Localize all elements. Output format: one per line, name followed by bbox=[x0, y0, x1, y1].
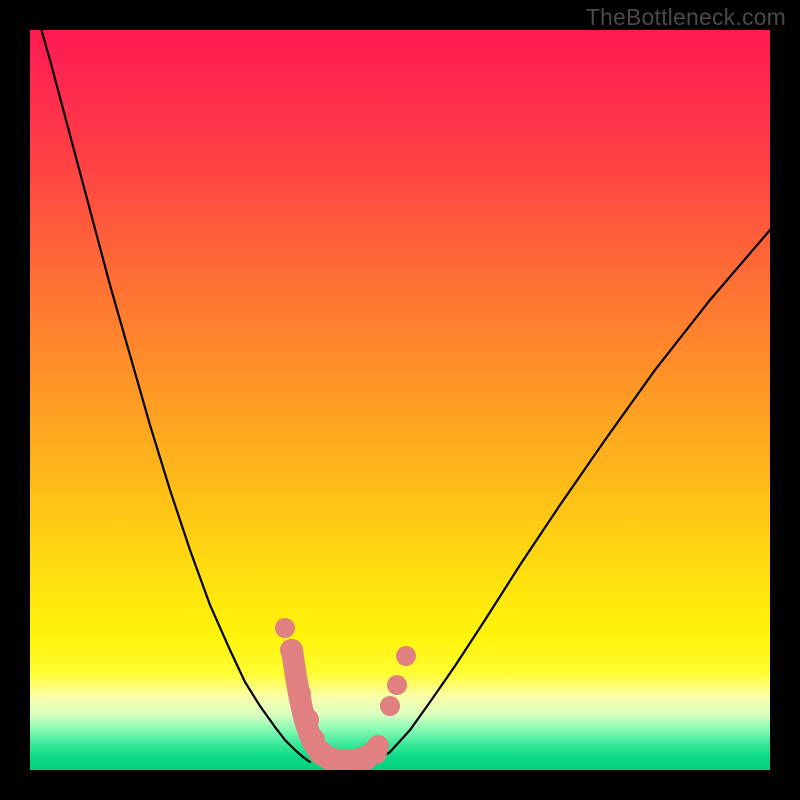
valley-marker-dot bbox=[380, 696, 400, 716]
bottleneck-curve-right bbox=[375, 230, 770, 762]
bottleneck-curve-left bbox=[30, 30, 310, 762]
valley-marker-dot bbox=[275, 618, 295, 638]
chart-container: TheBottleneck.com bbox=[0, 0, 800, 800]
valley-marker-dot bbox=[396, 646, 416, 666]
watermark-text: TheBottleneck.com bbox=[586, 4, 786, 31]
valley-marker-dot bbox=[289, 683, 311, 705]
plot-area bbox=[30, 30, 770, 770]
valley-marker-dot bbox=[387, 675, 407, 695]
valley-marker-dot bbox=[365, 742, 387, 764]
curve-overlay bbox=[30, 30, 770, 770]
valley-marker-dot bbox=[280, 639, 302, 661]
